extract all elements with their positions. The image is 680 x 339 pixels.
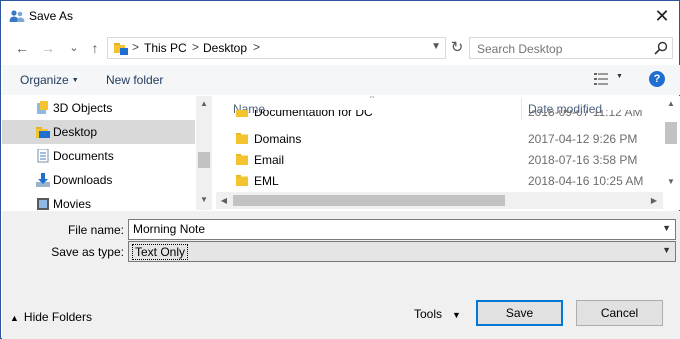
breadcrumb-separator: >	[132, 40, 140, 54]
chevron-down-icon[interactable]: ▼	[431, 41, 441, 52]
list-item[interactable]: EML 2018-04-16 10:25 AM	[216, 171, 662, 192]
file-date: 2018-04-16 10:25 AM	[528, 174, 644, 188]
hide-folders-label: Hide Folders	[23, 310, 92, 324]
close-button[interactable]: ✕	[651, 5, 673, 27]
nav-pane-scrollbar[interactable]: ▲ ▼	[196, 96, 212, 210]
scrollbar-thumb[interactable]	[233, 195, 505, 206]
downloads-icon	[36, 173, 50, 187]
scroll-right-arrow-icon[interactable]: ▶	[646, 192, 662, 209]
title-bar: Save As ✕	[1, 1, 679, 31]
file-name-label: File name:	[67, 223, 124, 237]
nav-item-downloads[interactable]: Downloads	[2, 168, 195, 192]
search-input[interactable]	[477, 41, 647, 56]
movies-icon	[37, 198, 49, 210]
organize-label: Organize	[20, 73, 69, 87]
folder-location-icon	[114, 43, 128, 55]
file-name-input[interactable]	[133, 222, 653, 236]
list-item[interactable]: Documentation for DC 2018-09-07 11:12 AM	[216, 110, 662, 123]
tools-label: Tools	[414, 307, 443, 321]
scroll-down-arrow-icon[interactable]: ▼	[663, 174, 679, 190]
list-item[interactable]: Domains 2017-04-12 9:26 PM	[216, 129, 662, 150]
cancel-button[interactable]: Cancel	[576, 300, 663, 326]
scrollbar-thumb[interactable]	[665, 122, 677, 144]
file-list-vertical-scrollbar[interactable]: ▲ ▼	[663, 96, 679, 192]
tools-button[interactable]: Tools ▼	[414, 307, 461, 321]
recent-locations-button[interactable]: ⌄	[65, 39, 83, 57]
new-folder-button[interactable]: New folder	[106, 73, 163, 87]
scroll-up-arrow-icon[interactable]: ▲	[196, 96, 212, 112]
folder-icon	[236, 154, 248, 165]
file-name: Email	[254, 153, 285, 167]
selected-type: Text Only	[132, 244, 189, 260]
scroll-down-arrow-icon[interactable]: ▼	[196, 192, 212, 208]
documents-icon	[37, 149, 49, 163]
file-list: ^ Name Date modified Documentation for D…	[216, 96, 680, 210]
folder-icon	[236, 175, 248, 186]
back-button[interactable]: ←	[13, 39, 31, 57]
chevron-down-icon[interactable]: ▼	[662, 245, 671, 255]
caret-up-icon: ▲	[10, 313, 19, 323]
window-title: Save As	[29, 9, 74, 23]
file-list-horizontal-scrollbar[interactable]: ◀ ▶	[216, 192, 663, 209]
nav-item-3d-objects[interactable]: 3D Objects	[2, 96, 195, 120]
folder-icon	[236, 133, 248, 144]
nav-item-label: 3D Objects	[53, 101, 113, 115]
search-box[interactable]	[469, 37, 673, 59]
nav-item-documents[interactable]: Documents	[2, 144, 195, 168]
view-list-icon[interactable]	[594, 73, 608, 85]
breadcrumb-desktop[interactable]: Desktop	[203, 41, 247, 55]
caret-down-icon: ▼	[452, 310, 461, 320]
file-name-field[interactable]: ▼	[128, 219, 676, 240]
nav-item-movies[interactable]: Movies	[2, 192, 195, 210]
save-options-panel: File name: ▼ Save as type: Text Only ▼ ▲…	[2, 211, 680, 339]
hide-folders-button[interactable]: ▲ Hide Folders	[10, 310, 92, 324]
save-as-type-select[interactable]: Text Only ▼	[128, 241, 676, 262]
desktop-folder-icon	[36, 127, 50, 138]
nav-item-label: Movies	[53, 197, 92, 210]
sort-ascending-icon: ^	[370, 96, 375, 103]
folder-icon	[236, 110, 248, 117]
breadcrumb-separator: >	[253, 40, 261, 54]
help-button[interactable]: ?	[649, 71, 665, 87]
command-toolbar: Organize ▼ New folder ▼ ?	[2, 65, 680, 95]
file-name: Documentation for DC	[254, 110, 373, 119]
users-icon	[9, 10, 25, 22]
nav-item-label: Desktop	[53, 125, 98, 139]
caret-down-icon: ▼	[71, 77, 79, 84]
view-options-caret-icon[interactable]: ▼	[616, 73, 623, 80]
search-icon[interactable]	[654, 41, 668, 55]
list-item[interactable]: Email 2018-07-16 3:58 PM	[216, 150, 662, 171]
scroll-up-arrow-icon[interactable]: ▲	[663, 96, 679, 112]
scrollbar-thumb[interactable]	[198, 152, 210, 168]
breadcrumb-separator: >	[192, 40, 200, 54]
file-date: 2018-07-16 3:58 PM	[528, 153, 638, 167]
up-button[interactable]: ↑	[86, 39, 104, 57]
nav-item-desktop[interactable]: Desktop	[2, 120, 195, 144]
scroll-left-arrow-icon[interactable]: ◀	[216, 192, 232, 209]
nav-item-label: Documents	[53, 149, 114, 163]
chevron-down-icon[interactable]: ▼	[662, 223, 671, 233]
save-as-dialog: Save As ✕ ← → ⌄ ↑ > This PC > Desktop > …	[0, 0, 680, 339]
3d-objects-icon	[37, 101, 48, 114]
file-date: 2017-04-12 9:26 PM	[528, 132, 638, 146]
save-as-type-label: Save as type:	[51, 245, 124, 259]
breadcrumb-this-pc[interactable]: This PC	[144, 41, 187, 55]
file-date: 2018-09-07 11:12 AM	[528, 110, 643, 119]
navigation-pane: 3D Objects Desktop Documents Downloads M…	[2, 96, 212, 210]
file-name: EML	[254, 174, 279, 188]
refresh-button[interactable]: ↻	[447, 38, 467, 58]
file-name: Domains	[254, 132, 302, 146]
address-bar[interactable]: > This PC > Desktop > ▼	[107, 37, 446, 59]
nav-item-label: Downloads	[53, 173, 113, 187]
save-button[interactable]: Save	[476, 300, 563, 326]
organize-button[interactable]: Organize ▼	[20, 73, 79, 87]
forward-button[interactable]: →	[39, 39, 57, 57]
